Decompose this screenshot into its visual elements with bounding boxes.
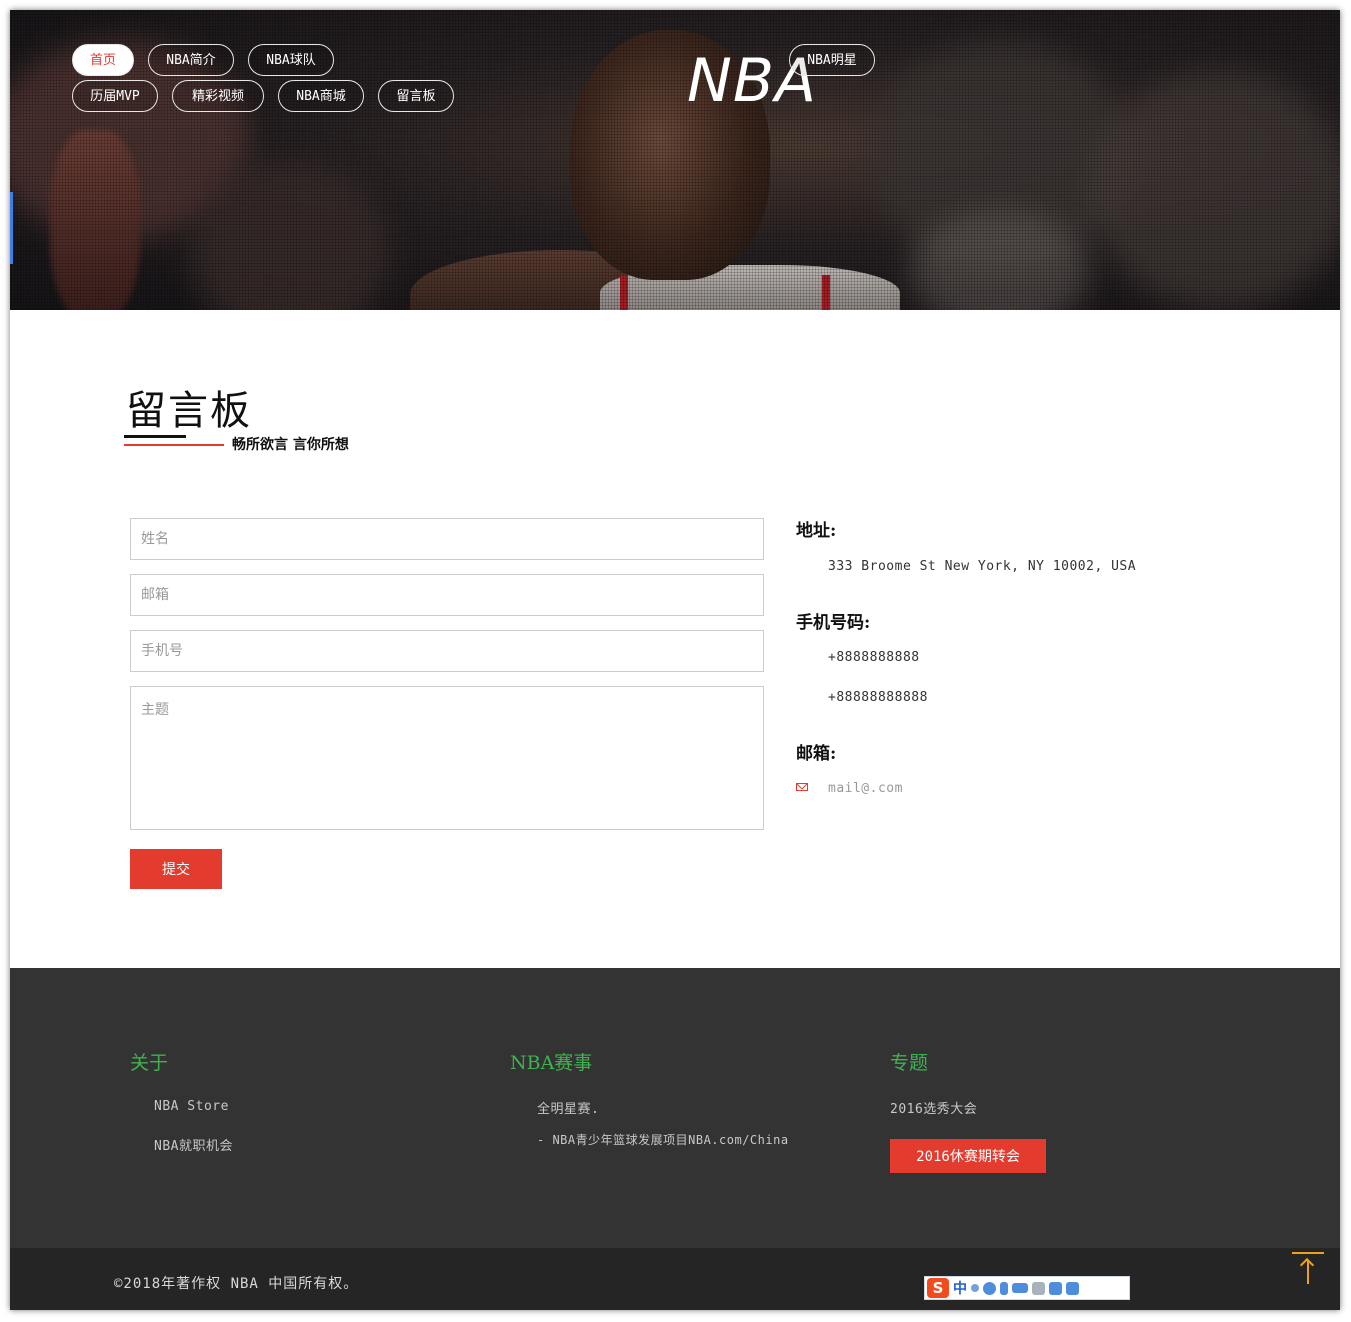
copyright-text: ©2018年著作权 NBA 中国所有权。 [114,1276,359,1292]
emoji-icon[interactable] [983,1281,996,1295]
email-heading: 邮箱: [796,744,837,764]
offseason-transfer-button[interactable]: 2016休赛期转会 [890,1139,1046,1173]
user-icon[interactable] [1032,1281,1045,1295]
ime-mode-toggle[interactable]: 中 [953,1278,967,1298]
nav-nba-intro[interactable]: NBA简介 [148,44,234,76]
back-to-top-button[interactable] [1292,1252,1324,1284]
phone-number-1: +8888888888 [828,650,920,665]
ime-toolbar[interactable]: S 中 [924,1276,1130,1300]
footer-link-nba-store[interactable]: NBA Store [154,1099,229,1114]
sogou-logo-icon[interactable]: S [927,1278,949,1298]
section-subtitle: 畅所欲言 言你所想 [232,437,349,453]
footer-link-draft[interactable]: 2016选秀大会 [890,1098,977,1117]
address-text: 333 Broome St New York, NY 10002, USA [828,559,1137,574]
footer-events-heading: NBA赛事 [510,1052,593,1074]
submit-button[interactable]: 提交 [130,849,222,889]
footer-link-allstar[interactable]: 全明星赛. [537,1098,599,1117]
phone-number-2: +88888888888 [828,690,928,705]
footer-link-jobs[interactable]: NBA就职机会 [154,1135,233,1154]
nav-nba-teams[interactable]: NBA球队 [248,44,334,76]
section-title: 留言板 [126,388,252,434]
footer-link-youth-program[interactable]: - NBA青少年篮球发展项目NBA.com/China [537,1131,789,1148]
address-heading: 地址: [796,521,837,541]
side-tab [10,192,13,264]
nav-nba-store[interactable]: NBA商城 [278,80,364,112]
name-input[interactable] [130,518,764,560]
hero-banner: NBA 首页 NBA简介 NBA球队 NBA明星 历届MVP 精彩视频 NBA商… [10,10,1340,310]
email-input[interactable] [130,574,764,616]
nav-videos[interactable]: 精彩视频 [172,80,264,112]
keyboard-icon[interactable] [1012,1283,1028,1293]
envelope-icon [796,783,808,791]
subject-textarea[interactable] [130,686,764,830]
footer-topics-heading: 专题 [890,1052,929,1074]
footer-about-heading: 关于 [130,1052,169,1074]
title-accent-line [124,444,224,446]
email-link[interactable]: mail@.com [828,781,903,796]
title-underline [124,435,186,438]
nav-nba-stars[interactable]: NBA明星 [789,44,875,76]
nav-mvp-history[interactable]: 历届MVP [72,80,158,112]
phone-heading: 手机号码: [796,613,871,633]
punctuation-icon[interactable] [971,1284,979,1292]
grid-menu-icon[interactable] [1066,1281,1079,1295]
browser-viewport: NBA 首页 NBA简介 NBA球队 NBA明星 历届MVP 精彩视频 NBA商… [10,10,1340,1310]
skin-icon[interactable] [1049,1281,1062,1295]
nav-home[interactable]: 首页 [72,44,134,76]
microphone-icon[interactable] [1000,1281,1008,1295]
phone-input[interactable] [130,630,764,672]
arrow-up-icon [1292,1252,1324,1254]
nav-message-board[interactable]: 留言板 [378,80,454,112]
